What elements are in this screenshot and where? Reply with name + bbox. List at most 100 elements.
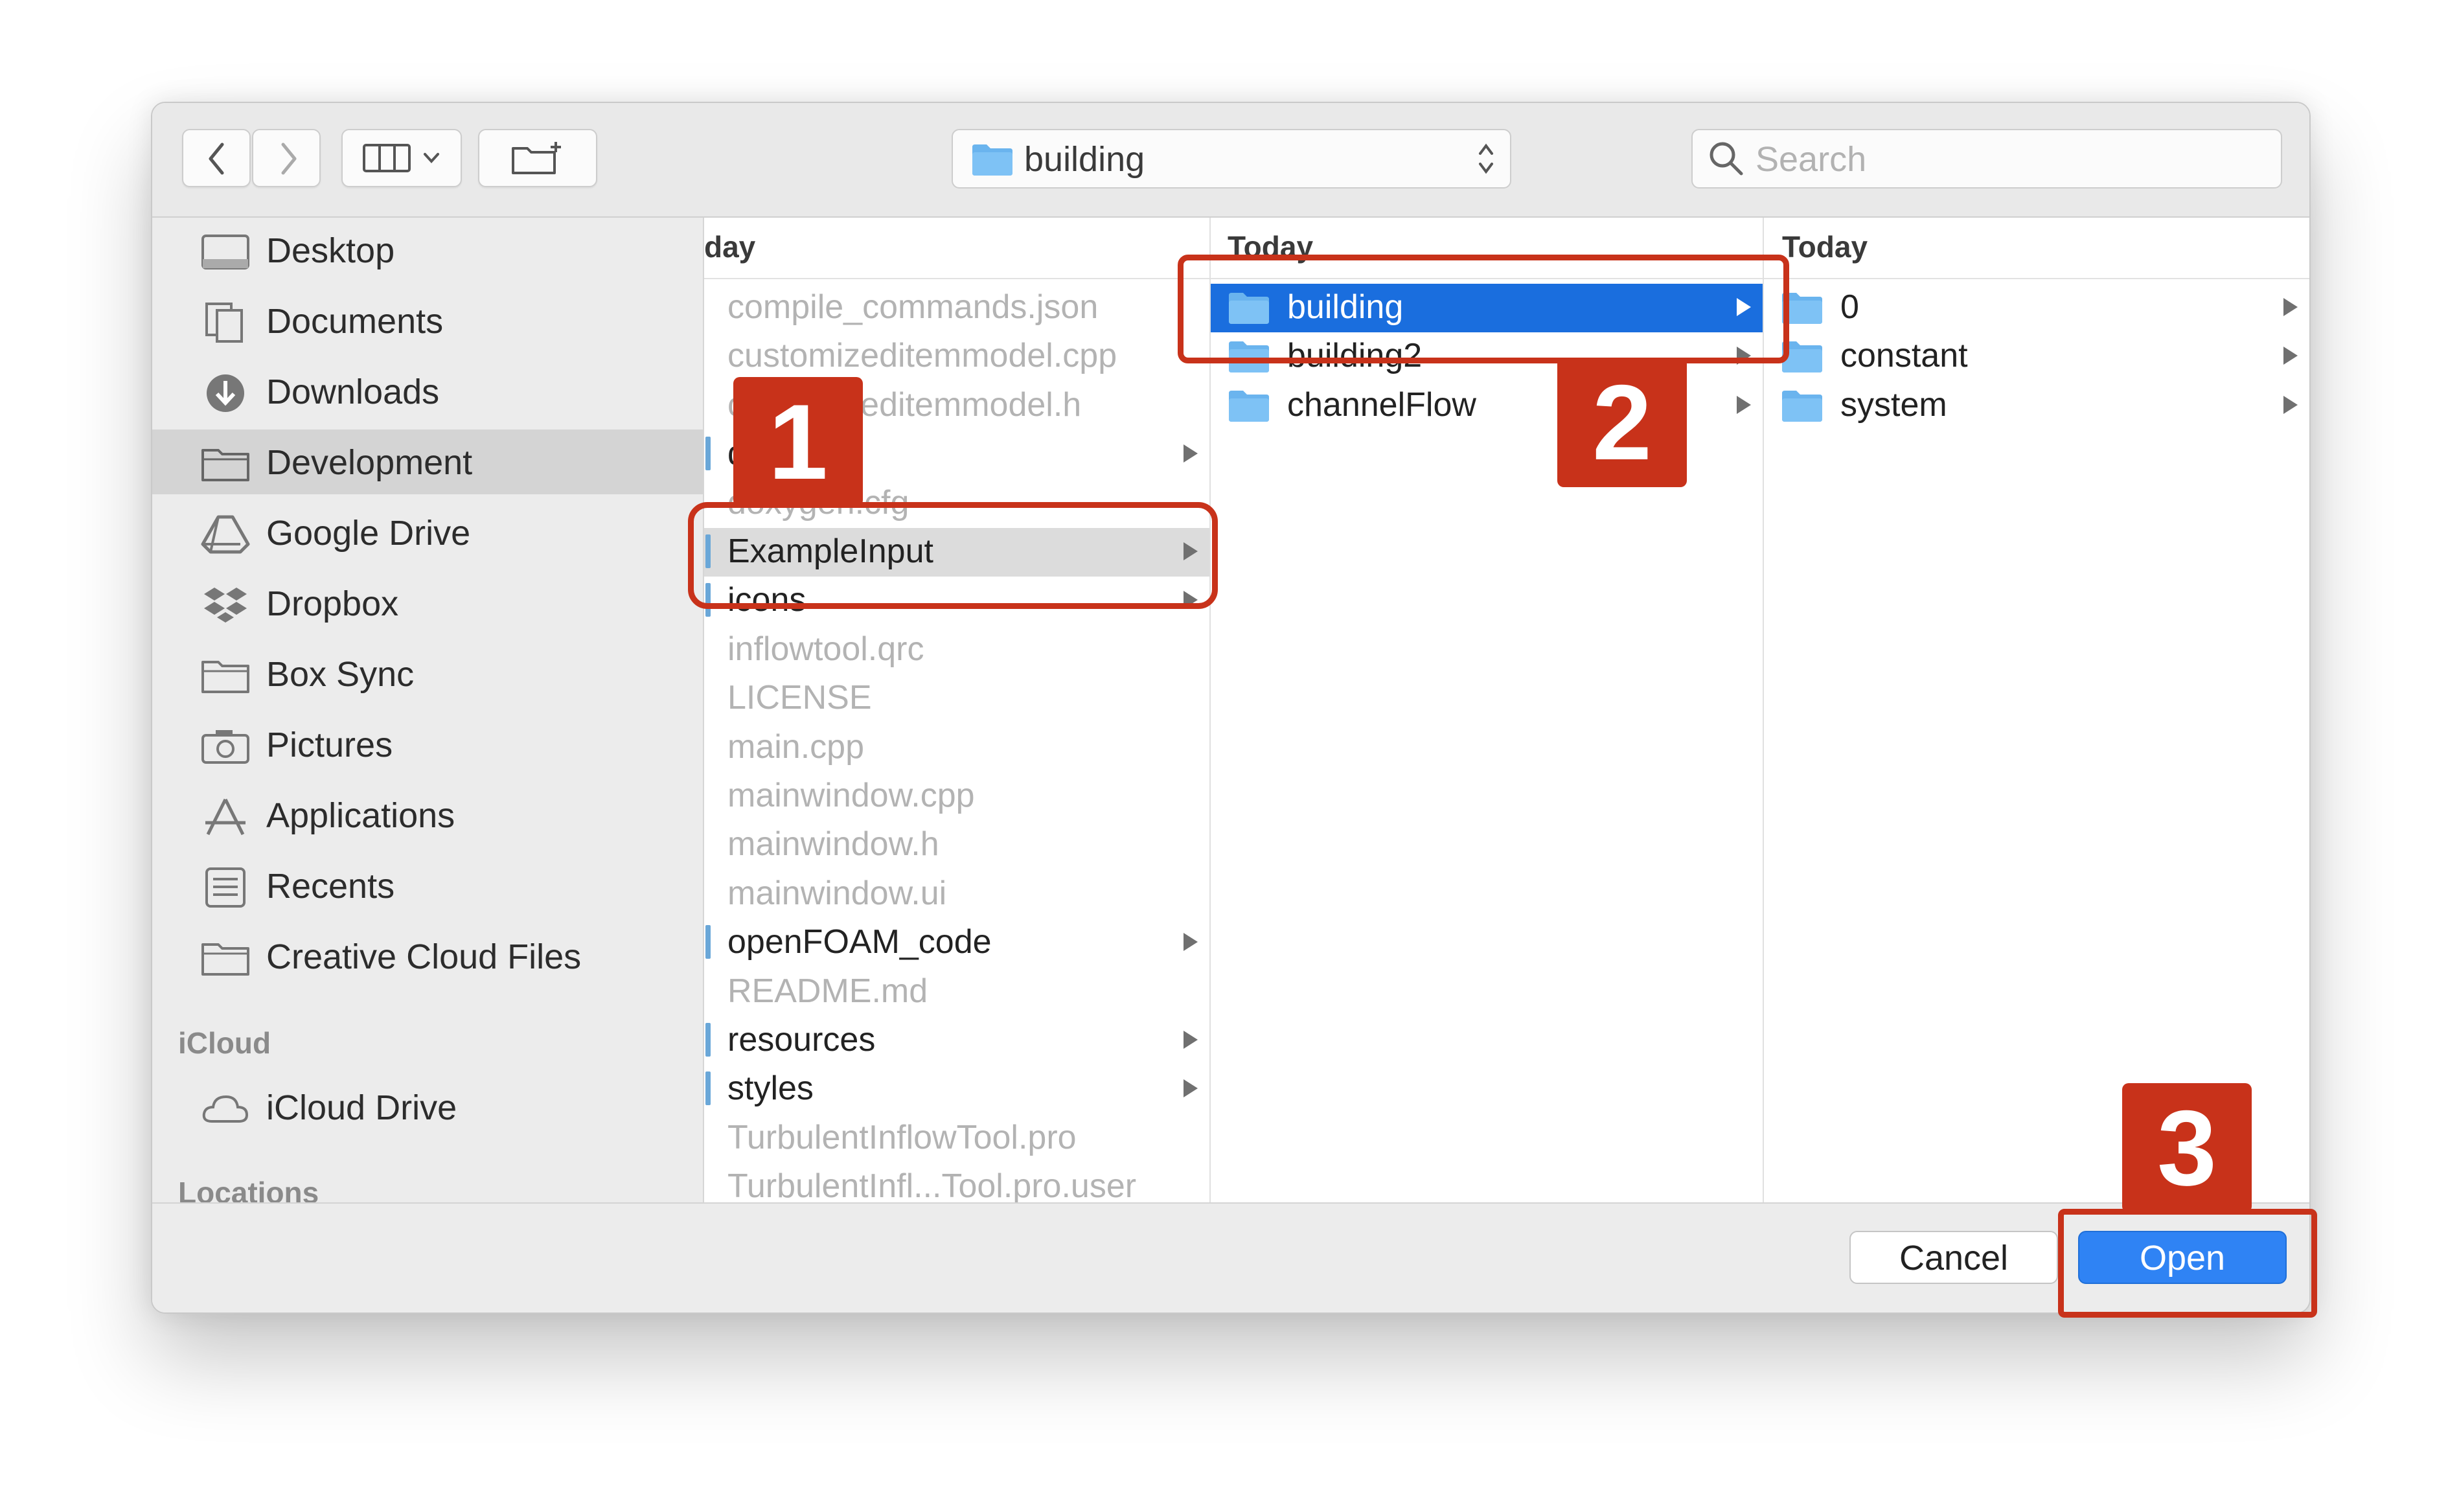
item-name: 0 (1840, 288, 1859, 326)
sidebar-item-icloud-drive[interactable]: iCloud Drive (152, 1075, 703, 1140)
search-field[interactable] (1691, 129, 2282, 189)
google-drive-icon (201, 515, 250, 554)
item-name: channelFlow (1287, 385, 1476, 424)
item-name: compile_commands.json (727, 288, 1099, 326)
item-name: inflowtool.qrc (727, 630, 924, 668)
folder-icon (201, 661, 249, 693)
columns-view-icon (363, 144, 411, 172)
sidebar-item-label: Documents (266, 302, 444, 341)
item-name: resources (727, 1021, 876, 1059)
folder-row[interactable]: constant (1764, 332, 2309, 381)
callout-highlight-1 (688, 502, 1218, 609)
disclosure-arrow-icon (1184, 1079, 1198, 1098)
path-popup[interactable]: building (952, 129, 1511, 189)
file-row[interactable]: inflowtool.qrc (704, 626, 1209, 674)
chevron-left-icon (209, 143, 224, 175)
folder-icon (201, 943, 249, 976)
path-popup-label: building (1024, 140, 1145, 179)
sidebar-item-applications[interactable]: Applications (152, 783, 703, 847)
search-icon (1710, 142, 1743, 176)
sidebar-item-label: Google Drive (266, 514, 471, 553)
dropbox-icon (204, 588, 247, 623)
file-row[interactable]: mainwindow.ui (704, 870, 1209, 919)
folder-row[interactable]: openFOAM_code (704, 919, 1209, 967)
view-mode-button[interactable] (341, 129, 462, 187)
sidebar-item-label: Creative Cloud Files (266, 937, 582, 976)
disclosure-arrow-icon (1184, 444, 1198, 463)
up-down-chevron-icon (1479, 143, 1493, 174)
item-name: main.cpp (727, 727, 864, 766)
folder-icon (201, 449, 249, 481)
file-row[interactable]: TurbulentInflowTool.pro (704, 1114, 1209, 1163)
search-input[interactable] (1754, 138, 2262, 181)
column-header-label: day (704, 230, 756, 264)
sidebar-item-google-drive[interactable]: Google Drive (152, 500, 703, 565)
disclosure-arrow-icon (2283, 298, 2298, 316)
disclosure-arrow-icon (2283, 395, 2298, 414)
file-row[interactable]: mainwindow.cpp (704, 772, 1209, 821)
sidebar-item-label: Recents (266, 867, 395, 906)
item-name: system (1840, 385, 1947, 424)
sidebar-item-label: iCloud Drive (266, 1088, 457, 1127)
sidebar-item-label: Pictures (266, 726, 393, 764)
sidebar-item-label: Applications (266, 796, 455, 835)
disclosure-arrow-icon (1737, 395, 1751, 414)
folder-icon (1228, 388, 1270, 426)
callout-badge-1: 1 (733, 377, 863, 507)
item-name: customizeditemmodel.cpp (727, 337, 1117, 375)
column-header-label: Today (1782, 230, 1868, 264)
folder-row[interactable]: system (1764, 382, 2309, 430)
folder-icon (972, 144, 1012, 176)
sidebar-item-pictures[interactable]: Pictures (152, 712, 703, 777)
file-row[interactable]: main.cpp (704, 724, 1209, 772)
cloud-icon (202, 1095, 249, 1123)
item-name: mainwindow.ui (727, 874, 947, 912)
sidebar-item-downloads[interactable]: Downloads (152, 359, 703, 424)
sidebar-item-recents[interactable]: Recents (152, 853, 703, 918)
item-name: constant (1840, 337, 1968, 375)
sidebar-item-creative-cloud-files[interactable]: Creative Cloud Files (152, 924, 703, 989)
sidebar-item-label: Development (266, 443, 473, 482)
folder-row[interactable]: styles (704, 1065, 1209, 1114)
item-name: mainwindow.cpp (727, 777, 975, 814)
toolbar: building (152, 103, 2309, 218)
sidebar-item-box-sync[interactable]: Box Sync (152, 641, 703, 706)
applications-icon (205, 798, 246, 836)
back-button[interactable] (182, 129, 251, 187)
item-name: LICENSE (727, 679, 872, 717)
folder-row[interactable]: 0 (1764, 284, 2309, 332)
new-folder-icon (512, 142, 561, 174)
callout-highlight-2 (1178, 255, 1789, 363)
item-name: TurbulentInflowTool.pro (727, 1118, 1077, 1156)
item-name: README.md (727, 972, 928, 1010)
new-folder-button[interactable] (478, 129, 597, 187)
sidebar-item-desktop[interactable]: Desktop (152, 218, 703, 282)
forward-button[interactable] (252, 129, 321, 187)
file-row[interactable]: README.md (704, 968, 1209, 1016)
item-name: styles (727, 1070, 814, 1108)
file-row[interactable]: compile_commands.json (704, 284, 1209, 332)
sidebar-item-development[interactable]: Development (152, 430, 703, 494)
file-row[interactable]: mainwindow.h (704, 821, 1209, 869)
file-row[interactable]: customizeditemmodel.cpp (704, 332, 1209, 381)
folder-icon (705, 437, 711, 471)
browser-column: Today 0 constant system (1764, 218, 2309, 1202)
sidebar-item-label: Desktop (266, 231, 395, 270)
folder-icon (1781, 388, 1824, 426)
sidebar-item-documents[interactable]: Documents (152, 288, 703, 353)
recents-icon (205, 867, 246, 908)
cancel-button[interactable]: Cancel (1849, 1231, 2058, 1284)
column-header: Today (1764, 218, 2309, 279)
file-row[interactable]: LICENSE (704, 674, 1209, 723)
file-row[interactable]: TurbulentInfl...Tool.pro.user (704, 1163, 1209, 1202)
browser-column: day compile_commands.json customizeditemm… (704, 218, 1211, 1202)
folder-icon (705, 1023, 711, 1057)
folder-row[interactable]: resources (704, 1016, 1209, 1065)
callout-badge-2: 2 (1557, 358, 1687, 487)
disclosure-arrow-icon (1184, 1031, 1198, 1049)
sidebar-item-label: Downloads (266, 372, 440, 411)
item-name: TurbulentInfl...Tool.pro.user (727, 1167, 1137, 1202)
sidebar-item-label: Box Sync (266, 655, 415, 694)
sidebar-item-dropbox[interactable]: Dropbox (152, 571, 703, 636)
sidebar-section-icloud: iCloud (178, 1026, 271, 1060)
